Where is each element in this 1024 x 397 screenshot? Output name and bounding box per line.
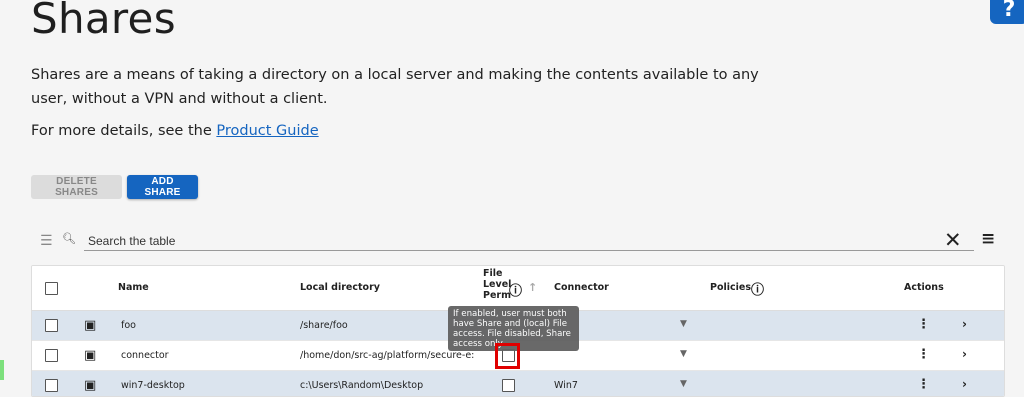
column-policies[interactable]: Policies [710, 282, 751, 293]
column-connector[interactable]: Connector [554, 282, 609, 293]
close-icon[interactable]: ✕ [944, 229, 962, 251]
product-guide-link[interactable]: Product Guide [216, 123, 318, 139]
table-row[interactable]: ▣ win7-desktop c:\Users\Random\Desktop W… [32, 371, 1004, 396]
page-title: Shares [31, 0, 176, 43]
side-indicator [0, 360, 4, 380]
select-all-checkbox[interactable] [45, 282, 58, 295]
chevron-down-icon[interactable]: ▼ [680, 319, 687, 329]
page-description: Shares are a means of taking a directory… [31, 67, 759, 107]
file-level-perm-checkbox[interactable] [502, 379, 515, 392]
chevron-right-icon[interactable]: › [962, 377, 967, 391]
help-button[interactable]: ? [990, 0, 1024, 24]
column-local-directory[interactable]: Local directory [300, 282, 380, 293]
share-image-icon: ▣ [84, 378, 97, 393]
table-header: Name Local directory File Level Perm ⓘ ↑… [32, 266, 1004, 311]
share-local-directory: c:\Users\Random\Desktop [300, 380, 424, 391]
annotation-highlight-box [495, 343, 520, 369]
help-circle-icon[interactable]: ⓘ [509, 280, 522, 299]
more-actions-icon[interactable]: ⋮ [917, 317, 930, 332]
row-checkbox[interactable] [45, 379, 58, 392]
columns-menu-icon[interactable]: ≡ [981, 229, 995, 249]
more-details: For more details, see the Product Guide [31, 123, 319, 139]
share-local-directory: /share/foo [300, 320, 348, 331]
share-connector: Win7 [554, 380, 578, 391]
share-local-directory: /home/don/src-ag/platform/secure-e: [300, 350, 475, 361]
row-checkbox[interactable] [45, 349, 58, 362]
chevron-right-icon[interactable]: › [962, 317, 967, 331]
sort-arrow-icon[interactable]: ↑ [528, 281, 537, 294]
more-details-text: For more details, see the [31, 123, 217, 139]
share-name: foo [121, 320, 136, 331]
chevron-right-icon[interactable]: › [962, 347, 967, 361]
share-name: win7-desktop [121, 380, 185, 391]
column-name[interactable]: Name [118, 282, 149, 293]
row-checkbox[interactable] [45, 319, 58, 332]
more-actions-icon[interactable]: ⋮ [917, 377, 930, 392]
search-icon: 🔍︎ [62, 232, 76, 245]
policies-help-icon[interactable]: ⓘ [751, 279, 764, 298]
search-input[interactable] [84, 232, 974, 251]
add-share-button[interactable]: ADD SHARE [127, 175, 198, 199]
share-image-icon: ▣ [84, 318, 97, 333]
share-name: connector [121, 350, 169, 361]
chevron-down-icon[interactable]: ▼ [680, 349, 687, 359]
filter-icon[interactable]: ☰ [40, 233, 53, 249]
delete-shares-button[interactable]: DELETE SHARES [31, 175, 122, 199]
more-actions-icon[interactable]: ⋮ [917, 347, 930, 362]
column-actions: Actions [904, 282, 944, 293]
share-image-icon: ▣ [84, 348, 97, 363]
